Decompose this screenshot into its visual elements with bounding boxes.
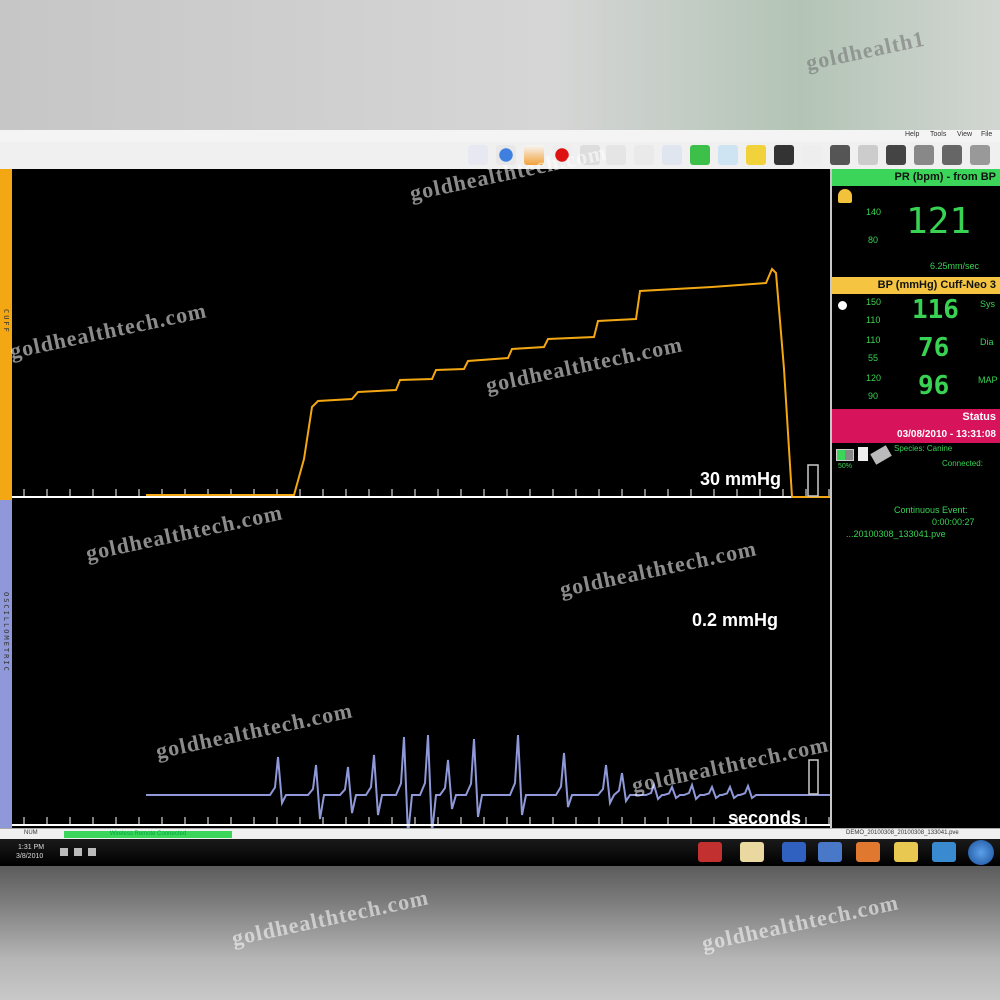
- chart-icon[interactable]: [718, 145, 738, 165]
- cuff-scale-label: 30 mmHg: [700, 469, 782, 489]
- document-icon[interactable]: [662, 145, 682, 165]
- connected-text: Connected:: [942, 459, 983, 468]
- photo-background-bottom: [0, 866, 1000, 1000]
- alarm-bell-icon[interactable]: [838, 189, 852, 203]
- volume-icon[interactable]: [60, 848, 68, 856]
- pr-upper-limit: 140: [866, 207, 882, 217]
- event-file: ...20100308_133041.pve: [846, 529, 946, 539]
- oscillometric-channel-strip[interactable]: OSCILLOMETRIC: [0, 500, 12, 828]
- mail-icon[interactable]: [818, 842, 842, 862]
- status-header[interactable]: Status: [832, 409, 1000, 426]
- dia-value: 76: [918, 333, 950, 363]
- oscillometric-calibration-marker: [808, 759, 819, 795]
- bp-header[interactable]: BP (mmHg) Cuff-Neo 3: [832, 277, 1000, 294]
- pr-sweep-speed: 6.25mm/sec: [930, 261, 980, 271]
- sys-lower: 110: [866, 315, 881, 325]
- clock-time: 1:31 PM: [18, 844, 45, 851]
- cloud-icon[interactable]: [634, 145, 654, 165]
- monitor-icon[interactable]: [942, 145, 962, 165]
- cuff-strip-label: CUFF: [2, 309, 10, 334]
- start-button[interactable]: [968, 840, 994, 865]
- flask-icon[interactable]: [468, 145, 488, 165]
- battery-percent: 50%: [838, 463, 853, 470]
- sys-label: Sys: [980, 299, 996, 309]
- connection-status: Wireless Remote Connected: [64, 831, 232, 838]
- bp-indicator-dot: [838, 301, 847, 310]
- application-window: Help Tools View File CUFF 30 mmHg OSCILL…: [0, 130, 1000, 866]
- book-icon[interactable]: [886, 145, 906, 165]
- speaker-icon[interactable]: [858, 145, 878, 165]
- battery-icon: [836, 449, 854, 461]
- media-player-icon[interactable]: [782, 842, 806, 862]
- paint-icon[interactable]: [856, 842, 880, 862]
- event-label: Continuous Event:: [894, 505, 968, 515]
- printer-icon[interactable]: [606, 145, 626, 165]
- network-icon[interactable]: [74, 848, 82, 856]
- flag-icon[interactable]: [88, 848, 96, 856]
- file-path: DEMO_20100308_20100308_133041.pve: [846, 830, 959, 836]
- menu-view[interactable]: View: [957, 131, 972, 138]
- species-text: Species: Canine: [894, 444, 953, 453]
- menu-file[interactable]: File: [981, 131, 992, 138]
- folder-icon[interactable]: [894, 842, 918, 862]
- os-taskbar: 1:31 PM 3/8/2010: [0, 839, 1000, 866]
- pr-value: 121: [906, 201, 972, 242]
- map-lower: 90: [868, 391, 879, 401]
- cuff-calibration-marker: [807, 464, 819, 497]
- oscillometric-scale-label: 0.2 mmHg: [692, 610, 779, 630]
- dia-label: Dia: [980, 337, 994, 347]
- circle-icon[interactable]: [802, 145, 822, 165]
- vitals-sidebar: PR (bpm) - from BP 140 80 121 6.25mm/sec…: [830, 169, 1000, 828]
- status-datetime: 03/08/2010 - 13:31:08: [832, 426, 1000, 443]
- heart-app-icon[interactable]: [698, 842, 722, 862]
- clock-date: 3/8/2010: [16, 853, 44, 860]
- oscillometric-time-ticks: [23, 817, 830, 825]
- settings-icon[interactable]: [970, 145, 990, 165]
- bell-icon[interactable]: [746, 145, 766, 165]
- sys-value: 116: [912, 295, 959, 325]
- cuff-time-ticks: [23, 489, 830, 497]
- map-label: MAP: [978, 375, 998, 385]
- wireless-remote-icon: [870, 445, 892, 465]
- event-duration: 0:00:00:27: [932, 517, 975, 527]
- cuff-channel-strip[interactable]: CUFF: [0, 169, 12, 500]
- map-value: 96: [918, 371, 950, 401]
- gauge-icon[interactable]: [774, 145, 794, 165]
- map-upper: 120: [866, 373, 882, 383]
- num-lock-indicator: NUM: [24, 830, 38, 836]
- clipboard-icon[interactable]: [690, 145, 710, 165]
- table-icon[interactable]: [914, 145, 934, 165]
- pr-lower-limit: 80: [868, 235, 879, 245]
- pr-header[interactable]: PR (bpm) - from BP: [832, 169, 1000, 186]
- dia-upper: 110: [866, 335, 881, 345]
- menu-help[interactable]: Help: [905, 131, 919, 138]
- explorer-icon[interactable]: [740, 842, 764, 862]
- grid-icon[interactable]: [830, 145, 850, 165]
- dia-lower: 55: [868, 353, 879, 363]
- sys-upper: 150: [866, 297, 882, 307]
- menu-tools[interactable]: Tools: [930, 131, 946, 138]
- oscillometric-time-label: seconds: [728, 808, 802, 828]
- document-status-icon: [858, 447, 868, 461]
- oscillometric-strip-label: OSCILLOMETRIC: [2, 592, 10, 673]
- browser-icon[interactable]: [932, 842, 956, 862]
